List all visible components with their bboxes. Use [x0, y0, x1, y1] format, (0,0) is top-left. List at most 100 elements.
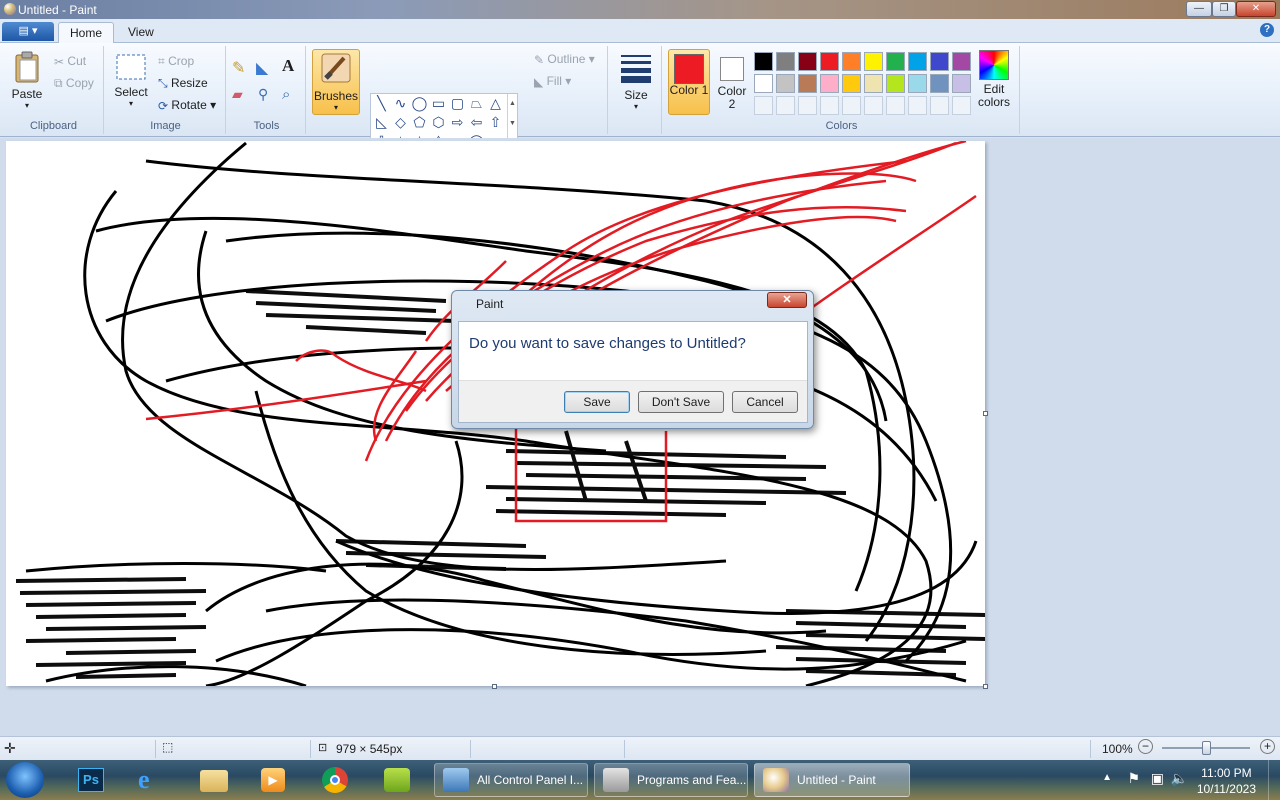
cancel-button[interactable]: Cancel	[732, 391, 798, 413]
custom-color-slot[interactable]	[754, 96, 773, 115]
triangle-shape-icon[interactable]: △	[487, 95, 504, 112]
file-explorer-taskbar-icon[interactable]	[190, 763, 236, 797]
internet-explorer-taskbar-icon[interactable]: e	[128, 763, 174, 797]
brushes-button[interactable]: Brushes ▾	[312, 49, 360, 115]
taskbar-paint-label: Untitled - Paint	[797, 773, 876, 787]
palette-swatch[interactable]	[908, 74, 927, 93]
resize-handle-bottom[interactable]	[492, 684, 497, 689]
media-player-taskbar-icon[interactable]: ▶	[250, 763, 296, 797]
paint-menu-button[interactable]: ▤ ▾	[2, 22, 54, 41]
palette-swatch[interactable]	[886, 74, 905, 93]
app-taskbar-icon[interactable]	[374, 763, 420, 797]
zoom-in-button[interactable]: +	[1260, 739, 1275, 754]
palette-swatch[interactable]	[820, 52, 839, 71]
clock[interactable]: 11:00 PM 10/11/2023	[1197, 765, 1256, 797]
palette-swatch[interactable]	[754, 74, 773, 93]
zoom-slider-thumb[interactable]	[1202, 741, 1211, 755]
palette-swatch[interactable]	[930, 52, 949, 71]
text-tool-icon[interactable]: A	[282, 56, 294, 76]
palette-swatch[interactable]	[820, 74, 839, 93]
tab-home[interactable]: Home	[58, 22, 115, 43]
show-hidden-icons-icon[interactable]: ▲	[1102, 772, 1112, 783]
paste-button[interactable]: Paste ▾	[8, 50, 46, 110]
dont-save-button[interactable]: Don't Save	[638, 391, 724, 413]
palette-swatch[interactable]	[864, 52, 883, 71]
diamond-shape-icon[interactable]: ◇	[392, 114, 409, 131]
palette-swatch[interactable]	[908, 52, 927, 71]
right-triangle-shape-icon[interactable]: ◺	[373, 114, 390, 131]
status-separator	[155, 740, 156, 758]
polygon-shape-icon[interactable]: ⏢	[468, 95, 485, 112]
custom-color-slot[interactable]	[908, 96, 927, 115]
custom-color-slot[interactable]	[864, 96, 883, 115]
help-icon[interactable]: ?	[1260, 23, 1274, 37]
select-button[interactable]: Select ▾	[112, 52, 150, 108]
color2-button[interactable]: Color 2	[714, 49, 750, 115]
copy-button[interactable]: ⧉ Copy	[54, 76, 94, 91]
rotate-button[interactable]: ⟳ Rotate ▾	[158, 98, 216, 113]
rounded-rectangle-shape-icon[interactable]: ▢	[449, 95, 466, 112]
eraser-icon[interactable]: ▰	[232, 86, 243, 103]
taskbar-paint[interactable]: Untitled - Paint	[754, 763, 910, 797]
photoshop-taskbar-icon[interactable]: Ps	[68, 763, 114, 797]
size-button[interactable]: Size ▾	[616, 51, 656, 111]
color1-button[interactable]: Color 1	[668, 49, 710, 115]
dialog-close-button[interactable]: ✕	[767, 292, 807, 308]
taskbar-control-panel[interactable]: All Control Panel I...	[434, 763, 588, 797]
right-arrow-shape-icon[interactable]: ⇨	[449, 114, 466, 131]
save-button[interactable]: Save	[564, 391, 630, 413]
edit-colors-button[interactable]: Edit colors	[974, 50, 1014, 109]
line-shape-icon[interactable]: ╲	[373, 95, 390, 112]
maximize-button[interactable]: ❐	[1212, 1, 1236, 17]
show-desktop-button[interactable]	[1268, 760, 1280, 800]
action-center-icon[interactable]: ⚑	[1127, 770, 1140, 787]
custom-color-slot[interactable]	[820, 96, 839, 115]
color-picker-icon[interactable]: ⚲	[258, 86, 268, 103]
palette-swatch[interactable]	[864, 74, 883, 93]
custom-color-slot[interactable]	[952, 96, 971, 115]
rectangle-shape-icon[interactable]: ▭	[430, 95, 447, 112]
resize-handle-right[interactable]	[983, 411, 988, 416]
volume-icon[interactable]: 🔈	[1171, 770, 1188, 787]
oval-shape-icon[interactable]: ◯	[411, 95, 428, 112]
magnifier-icon[interactable]: ⌕	[282, 86, 290, 103]
paint-app-icon[interactable]	[4, 3, 16, 15]
fill-button[interactable]: ◣ Fill ▾	[534, 74, 571, 89]
cut-button[interactable]: ✂ Cut	[54, 54, 86, 69]
palette-swatch[interactable]	[952, 74, 971, 93]
palette-swatch[interactable]	[886, 52, 905, 71]
close-button[interactable]: ✕	[1236, 1, 1276, 17]
palette-swatch[interactable]	[952, 52, 971, 71]
palette-swatch[interactable]	[776, 52, 795, 71]
taskbar-programs-features[interactable]: Programs and Fea...	[594, 763, 748, 797]
resize-button[interactable]: ⤡ Resize	[158, 76, 208, 91]
minimize-button[interactable]: —	[1186, 1, 1212, 17]
palette-swatch[interactable]	[930, 74, 949, 93]
chrome-taskbar-icon[interactable]	[312, 763, 358, 797]
up-arrow-shape-icon[interactable]: ⇧	[487, 114, 504, 131]
tab-view[interactable]: View	[117, 22, 165, 43]
pencil-icon[interactable]: ✎	[232, 58, 245, 78]
network-icon[interactable]: ▣	[1151, 770, 1164, 787]
palette-swatch[interactable]	[798, 74, 817, 93]
curve-shape-icon[interactable]: ∿	[392, 95, 409, 112]
resize-handle-corner[interactable]	[983, 684, 988, 689]
start-button[interactable]	[6, 762, 44, 798]
custom-color-slot[interactable]	[776, 96, 795, 115]
custom-color-slot[interactable]	[886, 96, 905, 115]
palette-swatch[interactable]	[842, 52, 861, 71]
pentagon-shape-icon[interactable]: ⬠	[411, 114, 428, 131]
fill-bucket-icon[interactable]: ◣	[256, 58, 268, 78]
zoom-out-button[interactable]: −	[1138, 739, 1153, 754]
custom-color-slot[interactable]	[842, 96, 861, 115]
hexagon-shape-icon[interactable]: ⬡	[430, 114, 447, 131]
custom-color-slot[interactable]	[798, 96, 817, 115]
palette-swatch[interactable]	[842, 74, 861, 93]
palette-swatch[interactable]	[776, 74, 795, 93]
left-arrow-shape-icon[interactable]: ⇦	[468, 114, 485, 131]
custom-color-slot[interactable]	[930, 96, 949, 115]
palette-swatch[interactable]	[754, 52, 773, 71]
outline-button[interactable]: ✎ Outline ▾	[534, 52, 595, 67]
palette-swatch[interactable]	[798, 52, 817, 71]
crop-button[interactable]: ⌗ Crop	[158, 54, 194, 69]
